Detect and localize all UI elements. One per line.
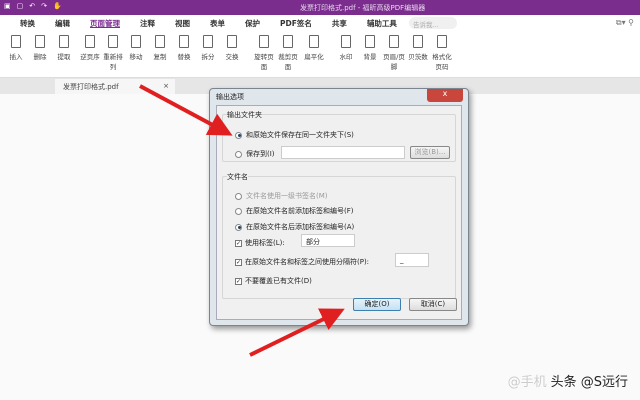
- watermark: @手机 头条 @S远行: [508, 371, 628, 390]
- watermark-faint: @手机: [507, 375, 547, 390]
- arrow-to-ok-button: [249, 308, 345, 357]
- arrow-to-same-folder: [139, 84, 233, 136]
- watermark-text: 头条 @S远行: [550, 375, 628, 390]
- annotation-arrows: [139, 84, 345, 357]
